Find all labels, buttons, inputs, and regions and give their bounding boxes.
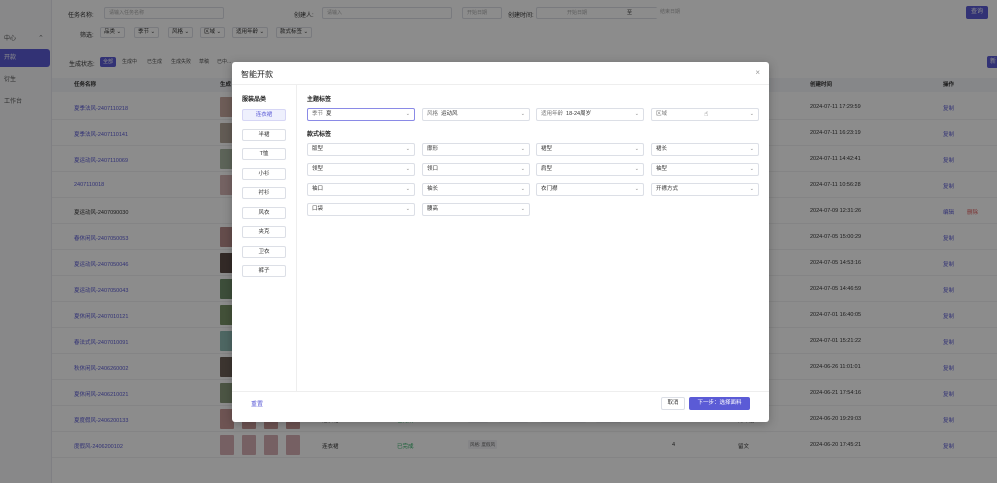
style-select-10[interactable]: 袖长 ⌄: [422, 183, 530, 196]
reset-button[interactable]: 重置: [251, 399, 263, 408]
theme-select-style[interactable]: 风格 运动风 ⌄: [422, 108, 530, 121]
style-select-6[interactable]: 领口 ⌄: [422, 163, 530, 176]
select-label: 衣门襟: [541, 186, 558, 192]
select-label: 风格: [427, 111, 439, 117]
select-label: 区域: [656, 111, 668, 117]
select-label: 开襟方式: [656, 186, 679, 192]
select-label: 版型: [312, 146, 324, 152]
select-label: 裙型: [541, 146, 553, 152]
chevron-down-icon: ⌄: [520, 166, 525, 172]
select-label: 领型: [312, 166, 324, 172]
category-item-hoodie[interactable]: 卫衣: [242, 245, 286, 258]
category-item-jacket[interactable]: 夹克: [242, 226, 286, 238]
style-select-12[interactable]: 开襟方式 ⌄: [651, 183, 759, 196]
category-item-pants[interactable]: 裤子: [242, 265, 286, 277]
style-select-14[interactable]: 腰高 ⌄: [422, 203, 530, 216]
next-select-fabric-button[interactable]: 下一步：选择面料: [689, 397, 750, 410]
smart-design-modal: 智能开款 × 服装品类 连衣裙半裙 T恤小衫衬衫风衣夹克卫衣裤子 主题标签 季节夏…: [232, 62, 769, 422]
category-item-tshirt[interactable]: T恤: [242, 148, 286, 160]
category-title: 服装品类: [242, 97, 267, 103]
theme-tags-title: 主题标签: [307, 97, 332, 103]
chevron-down-icon: ⌄: [405, 146, 410, 152]
chevron-down-icon: ⌄: [405, 206, 410, 212]
chevron-down-icon: ⌄: [405, 186, 410, 192]
select-label: 适用年龄: [541, 111, 564, 117]
chevron-down-icon: ⌄: [634, 111, 639, 117]
select-label: 廓形: [427, 146, 439, 152]
select-label: 袖口: [312, 186, 324, 192]
style-select-1[interactable]: 版型 ⌄: [307, 143, 415, 156]
category-item-trench[interactable]: 风衣: [242, 206, 286, 219]
cancel-button[interactable]: 取消: [661, 397, 685, 410]
style-select-13[interactable]: 口袋 ⌄: [307, 203, 415, 216]
style-select-8[interactable]: 袖型 ⌄: [651, 163, 759, 176]
category-panel: 服装品类 连衣裙半裙 T恤小衫衬衫风衣夹克卫衣裤子: [232, 85, 297, 391]
style-tags-title: 款式标签: [307, 132, 332, 138]
style-select-4[interactable]: 裙长 ⌄: [651, 143, 759, 156]
select-value: 18-24周岁: [566, 111, 592, 117]
style-select-9[interactable]: 袖口 ⌄: [307, 183, 415, 196]
style-select-5[interactable]: 领型 ⌄: [307, 163, 415, 176]
style-select-2[interactable]: 廓形 ⌄: [422, 143, 530, 156]
chevron-down-icon: ⌄: [405, 166, 410, 172]
hand-cursor-icon: ☝: [704, 111, 709, 118]
select-label: 季节: [312, 111, 324, 117]
select-value: 夏: [326, 111, 332, 117]
chevron-down-icon: ⌄: [634, 166, 639, 172]
chevron-down-icon: ⌄: [749, 166, 754, 172]
style-select-11[interactable]: 衣门襟 ⌄: [536, 183, 644, 196]
select-value: 运动风: [441, 111, 458, 117]
select-label: 口袋: [312, 206, 324, 212]
category-item-shirt[interactable]: 衬衫: [242, 187, 286, 199]
chevron-down-icon: ⌄: [634, 186, 639, 192]
theme-select-age[interactable]: 适用年龄 18-24周岁 ⌄: [536, 108, 644, 121]
close-icon[interactable]: ×: [755, 68, 760, 77]
select-label: 袖长: [427, 186, 439, 192]
chevron-down-icon: ⌄: [634, 146, 639, 152]
select-label: 腰高: [427, 206, 439, 212]
theme-select-season[interactable]: 季节夏 ⌄: [307, 108, 415, 121]
chevron-down-icon: ⌄: [749, 111, 754, 117]
chevron-down-icon: ⌄: [749, 186, 754, 192]
modal-title: 智能开款: [241, 70, 273, 79]
select-label: 领口: [427, 166, 439, 172]
style-select-3[interactable]: 裙型 ⌄: [536, 143, 644, 156]
chevron-down-icon: ⌄: [520, 186, 525, 192]
chevron-down-icon: ⌄: [520, 111, 525, 117]
modal-divider: [232, 84, 769, 85]
chevron-down-icon: ⌄: [520, 146, 525, 152]
chevron-down-icon: ⌄: [405, 111, 410, 117]
category-item-top[interactable]: 小衫: [242, 167, 286, 180]
select-label: 袖型: [656, 166, 668, 172]
chevron-down-icon: ⌄: [749, 146, 754, 152]
category-item-dress[interactable]: 连衣裙: [242, 109, 286, 121]
category-item-skirt[interactable]: 半裙: [242, 128, 286, 141]
select-label: 肩型: [541, 166, 553, 172]
style-select-7[interactable]: 肩型 ⌄: [536, 163, 644, 176]
select-label: 裙长: [656, 146, 668, 152]
footer-divider: [232, 391, 769, 392]
chevron-down-icon: ⌄: [520, 206, 525, 212]
